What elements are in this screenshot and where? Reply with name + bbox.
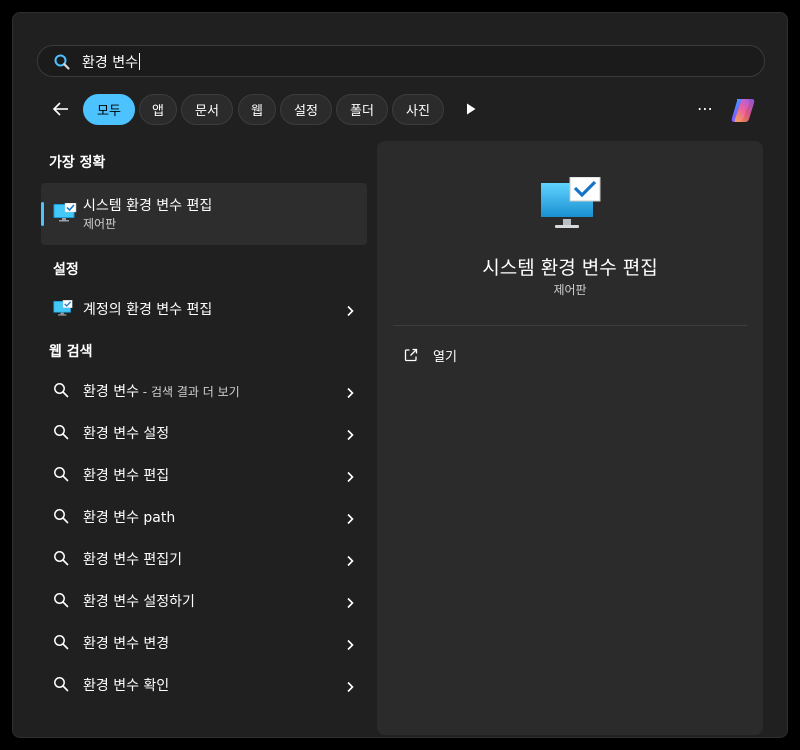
filter-label: 사진 — [406, 104, 430, 119]
section-web-search: 웹 검색 — [49, 344, 93, 360]
web-result[interactable]: 환경 변수 path — [41, 498, 367, 534]
web-result-label: 환경 변수 설정하기 — [83, 594, 195, 610]
settings-result[interactable]: 계정의 환경 변수 편집 — [41, 290, 367, 326]
search-icon — [53, 676, 69, 696]
web-result[interactable]: 환경 변수 편집기 — [41, 540, 367, 576]
search-query-text: 환경 변수 — [82, 55, 138, 71]
divider — [393, 325, 747, 326]
monitor-check-icon — [53, 299, 73, 321]
search-input[interactable]: 환경 변수 — [82, 52, 140, 72]
best-match-subtitle: 제어판 — [83, 217, 117, 231]
filter-folders[interactable]: 폴더 — [336, 94, 388, 125]
filter-web[interactable]: 웹 — [238, 94, 276, 125]
search-icon — [53, 466, 69, 486]
filter-label: 문서 — [195, 104, 219, 119]
chevron-right-icon — [345, 426, 355, 445]
selection-indicator — [41, 202, 44, 226]
web-result-label: 환경 변수 확인 — [83, 678, 170, 694]
filter-settings[interactable]: 설정 — [280, 94, 332, 125]
monitor-check-icon — [539, 176, 601, 235]
web-result[interactable]: 환경 변수 편집 — [41, 456, 367, 492]
chevron-right-icon — [345, 594, 355, 613]
section-best-match: 가장 정확 — [49, 155, 106, 171]
search-icon — [53, 424, 69, 444]
filter-documents[interactable]: 문서 — [181, 94, 233, 125]
search-icon — [53, 382, 69, 402]
more-options-button[interactable]: ⋯ — [693, 99, 717, 119]
web-result[interactable]: 환경 변수 확인 — [41, 666, 367, 702]
section-settings: 설정 — [53, 262, 79, 278]
web-result-label: 환경 변수 - 검색 결과 더 보기 — [83, 381, 240, 401]
play-icon — [467, 103, 476, 115]
filter-label: 모두 — [97, 104, 121, 119]
web-result[interactable]: 환경 변수 설정 — [41, 414, 367, 450]
search-icon — [53, 508, 69, 528]
preview-title: 시스템 환경 변수 편집 — [482, 257, 658, 279]
arrow-left-icon — [52, 102, 68, 116]
web-result-label: 환경 변수 편집 — [83, 468, 170, 484]
preview-subtitle: 제어판 — [553, 283, 587, 297]
web-result[interactable]: 환경 변수 설정하기 — [41, 582, 367, 618]
preview-panel: 시스템 환경 변수 편집 제어판 열기 — [377, 141, 763, 735]
search-icon — [53, 550, 69, 570]
filter-label: 앱 — [152, 104, 164, 119]
web-result[interactable]: 환경 변수 변경 — [41, 624, 367, 660]
web-result-label: 환경 변수 변경 — [83, 636, 170, 652]
text-caret — [138, 53, 140, 70]
search-bar[interactable]: 환경 변수 — [37, 45, 765, 77]
search-icon — [53, 592, 69, 612]
web-result-label: 환경 변수 path — [83, 510, 176, 526]
chevron-right-icon — [345, 302, 355, 321]
chevron-right-icon — [345, 510, 355, 529]
filter-label: 폴더 — [350, 104, 374, 119]
open-action[interactable]: 열기 — [403, 344, 523, 366]
search-window: 환경 변수 모두 앱 문서 웹 설정 폴더 사진 ⋯ 가장 정확 시스템 환경 … — [12, 12, 788, 738]
search-icon — [53, 53, 71, 75]
back-button[interactable] — [49, 97, 73, 121]
search-icon — [53, 634, 69, 654]
web-result[interactable]: 환경 변수 - 검색 결과 더 보기 — [41, 372, 367, 408]
filter-label: 웹 — [251, 104, 263, 119]
web-result-query: 환경 변수 — [83, 384, 139, 400]
web-result-label: 환경 변수 편집기 — [83, 552, 183, 568]
chevron-right-icon — [345, 678, 355, 697]
filter-label: 설정 — [294, 104, 318, 119]
more-filters-button[interactable] — [463, 101, 479, 117]
monitor-check-icon — [53, 202, 77, 227]
chevron-right-icon — [345, 468, 355, 487]
filter-all[interactable]: 모두 — [83, 94, 135, 125]
filter-photos[interactable]: 사진 — [392, 94, 444, 125]
settings-result-label: 계정의 환경 변수 편집 — [83, 302, 213, 318]
best-match-title: 시스템 환경 변수 편집 — [83, 198, 213, 214]
copilot-icon — [731, 99, 755, 122]
chevron-right-icon — [345, 636, 355, 655]
filter-apps[interactable]: 앱 — [139, 94, 177, 125]
ellipsis-icon: ⋯ — [697, 99, 713, 118]
web-result-suffix: - 검색 결과 더 보기 — [138, 385, 240, 399]
best-match-result[interactable]: 시스템 환경 변수 편집 제어판 — [41, 183, 367, 245]
web-result-label: 환경 변수 설정 — [83, 426, 170, 442]
open-external-icon — [403, 347, 419, 367]
copilot-button[interactable] — [728, 95, 758, 125]
chevron-right-icon — [345, 384, 355, 403]
open-action-label: 열기 — [433, 350, 457, 365]
chevron-right-icon — [345, 552, 355, 571]
